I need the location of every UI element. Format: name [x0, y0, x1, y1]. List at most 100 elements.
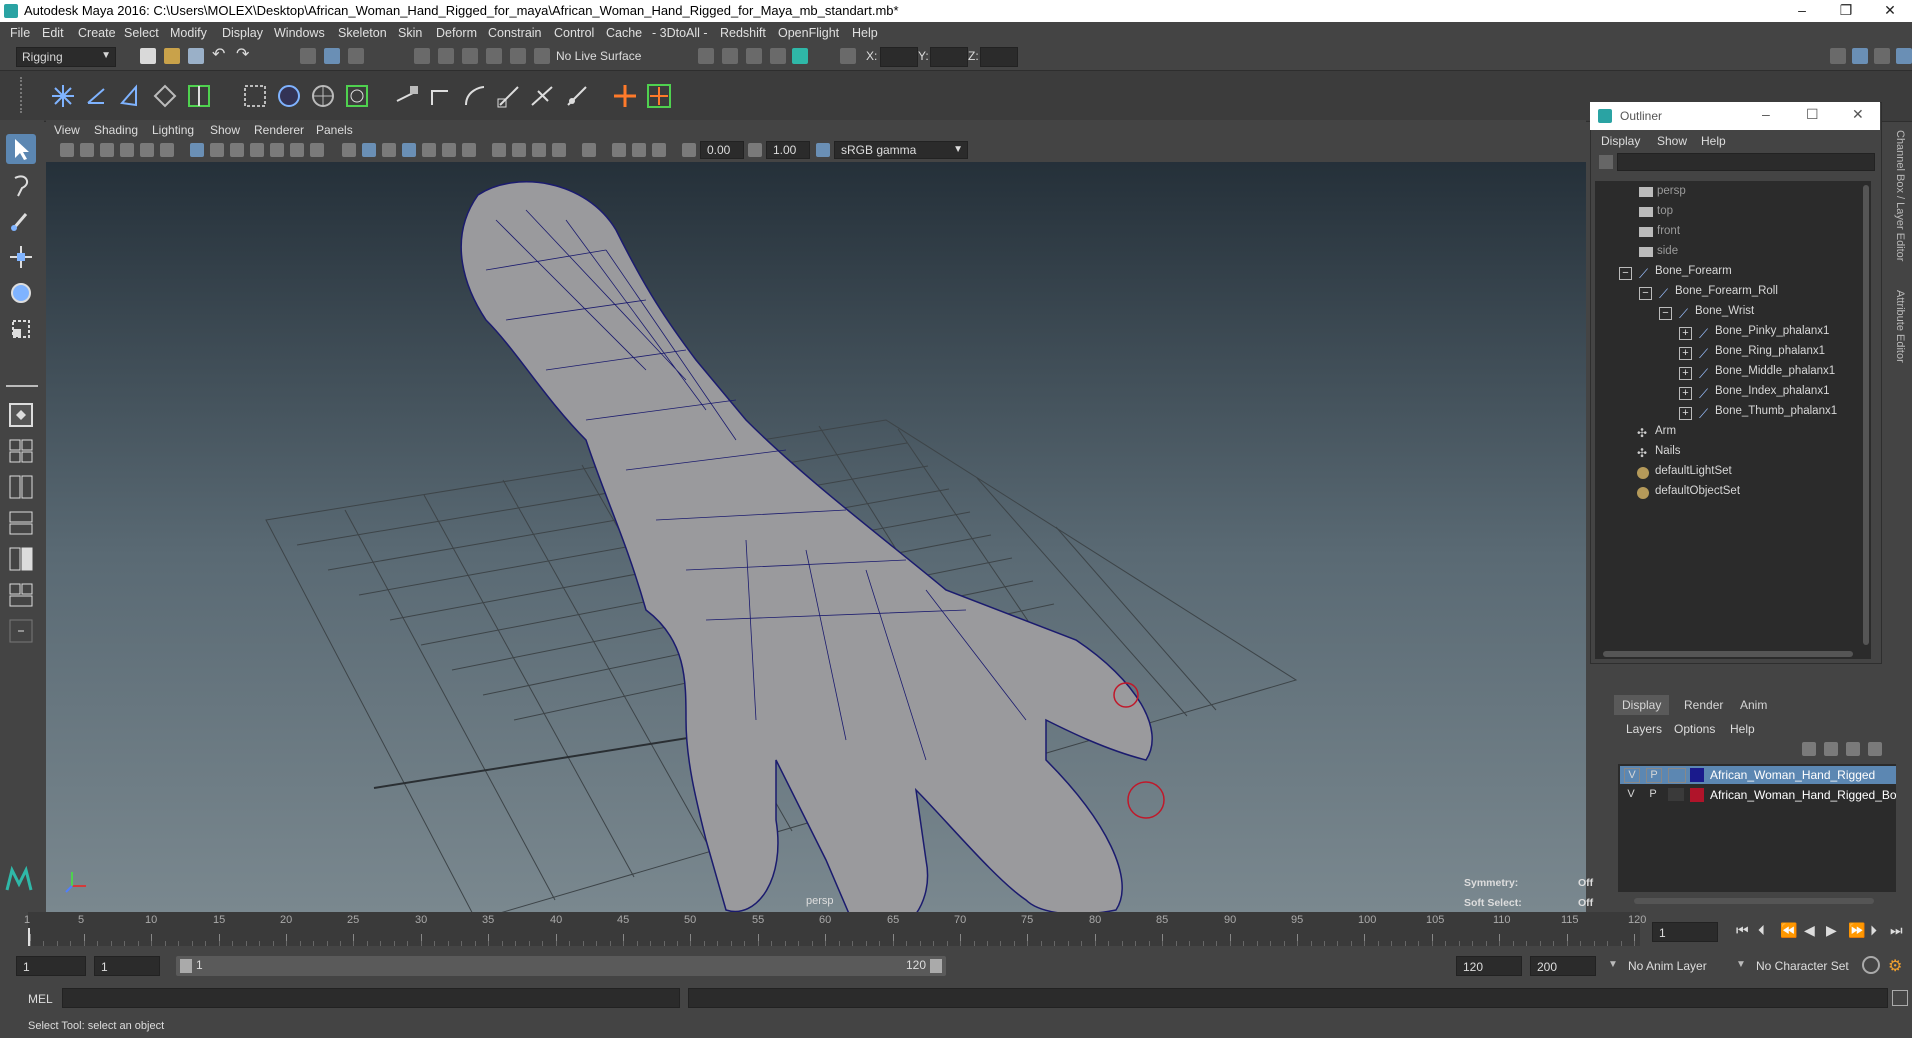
animation-start-input[interactable]: 1 [16, 956, 86, 976]
four-view-layout-icon[interactable] [6, 436, 36, 466]
outliner-close-button[interactable]: ✕ [1852, 106, 1864, 123]
outliner-menu-show[interactable]: Show [1657, 134, 1687, 148]
field-chart-icon[interactable] [270, 143, 284, 157]
xray-joints-icon[interactable] [632, 143, 646, 157]
menu-control[interactable]: Control [554, 26, 594, 40]
scale-tool-icon[interactable] [6, 314, 36, 344]
pole-vector-icon[interactable] [562, 81, 592, 111]
layer-menu-options[interactable]: Options [1674, 722, 1715, 736]
outliner-item-nails[interactable]: Nails [1655, 445, 1681, 457]
safe-action-icon[interactable] [290, 143, 304, 157]
auto-key-icon[interactable] [1862, 956, 1880, 974]
persp-graph-layout-icon[interactable] [6, 508, 36, 538]
scale-constraint-icon[interactable] [494, 81, 524, 111]
outliner-menu-display[interactable]: Display [1601, 134, 1640, 148]
locator-icon[interactable] [610, 81, 640, 111]
exposure-input[interactable]: 0.00 [700, 141, 744, 159]
lattice-icon[interactable] [184, 81, 214, 111]
bookmark-icon[interactable] [100, 143, 114, 157]
current-time-indicator[interactable] [28, 928, 30, 946]
anim-layer-dropdown[interactable]: No Anim Layer [1628, 959, 1707, 973]
command-language-label[interactable]: MEL [28, 992, 53, 1006]
custom-layout-icon[interactable] [6, 616, 36, 646]
motion-blur-icon[interactable] [512, 143, 526, 157]
expand-icon[interactable]: + [1679, 407, 1692, 420]
minimize-button[interactable]: – [1780, 0, 1824, 22]
maya-home-icon[interactable] [4, 864, 34, 894]
snap-view-icon[interactable] [486, 48, 502, 64]
move-tool-icon[interactable] [6, 242, 36, 272]
collapse-icon[interactable]: − [1639, 287, 1652, 300]
play-forward-icon[interactable]: ▶ [1826, 922, 1837, 939]
layer-color-swatch[interactable] [1690, 768, 1704, 782]
menu-modify[interactable]: Modify [170, 26, 207, 40]
gamma-input[interactable]: 1.00 [766, 141, 810, 159]
playback-end-input[interactable]: 120 [1456, 956, 1522, 976]
ipr-render-icon[interactable] [746, 48, 762, 64]
new-scene-icon[interactable] [140, 48, 156, 64]
persp-outliner-layout-icon[interactable] [6, 472, 36, 502]
layer-tab-display[interactable]: Display [1614, 695, 1670, 715]
channel-box-tab[interactable]: Channel Box / Layer Editor [1894, 130, 1906, 290]
viewport-menu-renderer[interactable]: Renderer [254, 123, 304, 137]
paint-weights-icon[interactable] [308, 81, 338, 111]
magnet-icon[interactable] [534, 48, 550, 64]
layer-menu-layers[interactable]: Layers [1626, 722, 1662, 736]
undo-icon[interactable]: ↶ [212, 47, 228, 64]
viewport-menu-show[interactable]: Show [210, 123, 240, 137]
outliner-tree[interactable]: persp top front side − ⟋ Bone_Forearm − … [1595, 181, 1871, 659]
smooth-shade-icon[interactable] [362, 143, 376, 157]
render-history-icon[interactable] [698, 48, 714, 64]
layer-playback-toggle[interactable]: P [1646, 768, 1662, 783]
layer-tab-anim[interactable]: Anim [1732, 695, 1775, 715]
new-layer-icon[interactable] [1846, 742, 1860, 756]
script-editor-icon[interactable] [1892, 990, 1908, 1006]
menu-windows[interactable]: Windows [274, 26, 325, 40]
range-slider[interactable]: 1 120 [176, 956, 946, 976]
select-tool-icon[interactable] [6, 134, 36, 164]
hypershade-layout-icon[interactable] [6, 544, 36, 574]
close-button[interactable]: ✕ [1868, 0, 1912, 22]
select-hierarchy-icon[interactable] [300, 48, 316, 64]
layer-horizontal-scrollbar[interactable] [1634, 898, 1874, 904]
ik-spline-icon[interactable] [116, 81, 146, 111]
redo-icon[interactable]: ↷ [236, 47, 252, 64]
layer-display-type-toggle[interactable] [1668, 788, 1684, 801]
gamma-icon[interactable] [748, 143, 762, 157]
outliner-menu-help[interactable]: Help [1701, 134, 1726, 148]
layer-display-type-toggle[interactable] [1668, 768, 1686, 783]
layer-tab-render[interactable]: Render [1676, 695, 1731, 715]
xray-icon[interactable] [612, 143, 626, 157]
menu-openflight[interactable]: OpenFlight [778, 26, 839, 40]
snap-point-icon[interactable] [462, 48, 478, 64]
rotate-tool-icon[interactable] [6, 278, 36, 308]
image-plane-icon[interactable] [120, 143, 134, 157]
menuset-dropdown[interactable]: Rigging ▼ [16, 47, 116, 67]
modeling-toolkit-icon[interactable] [1830, 48, 1846, 64]
outliner-item-bone-forearm[interactable]: Bone_Forearm [1655, 265, 1732, 277]
layer-menu-help[interactable]: Help [1730, 722, 1755, 736]
outliner-item-bone-forearm-roll[interactable]: Bone_Forearm_Roll [1675, 285, 1778, 297]
outliner-item-default-object-set[interactable]: defaultObjectSet [1655, 485, 1740, 497]
expand-icon[interactable]: + [1679, 367, 1692, 380]
menu-edit[interactable]: Edit [42, 26, 64, 40]
use-all-lights-icon[interactable] [442, 143, 456, 157]
snap-grid-icon[interactable] [414, 48, 430, 64]
layer-row[interactable]: V P African_Woman_Hand_Rigged_Bones [1620, 786, 1896, 804]
outliner-layout-icon[interactable] [6, 580, 36, 610]
attribute-editor-tab[interactable]: Attribute Editor [1894, 290, 1906, 410]
xray-components-icon[interactable] [652, 143, 666, 157]
restore-button[interactable]: ❐ [1824, 0, 1868, 22]
menu-create[interactable]: Create [78, 26, 116, 40]
wire-deformer-icon[interactable] [342, 81, 372, 111]
y-input[interactable] [930, 47, 968, 67]
parent-constraint-icon[interactable] [528, 81, 558, 111]
render-settings-icon[interactable] [770, 48, 786, 64]
scene-render[interactable] [46, 120, 1586, 913]
grid-toggle-icon[interactable] [190, 143, 204, 157]
wireframe-on-shaded-icon[interactable] [402, 143, 416, 157]
outliner-item-bone-middle[interactable]: Bone_Middle_phalanx1 [1715, 365, 1835, 377]
step-back-icon[interactable]: ⏴ [1758, 922, 1765, 939]
paint-select-icon[interactable] [6, 206, 36, 236]
viewport-menu-view[interactable]: View [54, 123, 80, 137]
